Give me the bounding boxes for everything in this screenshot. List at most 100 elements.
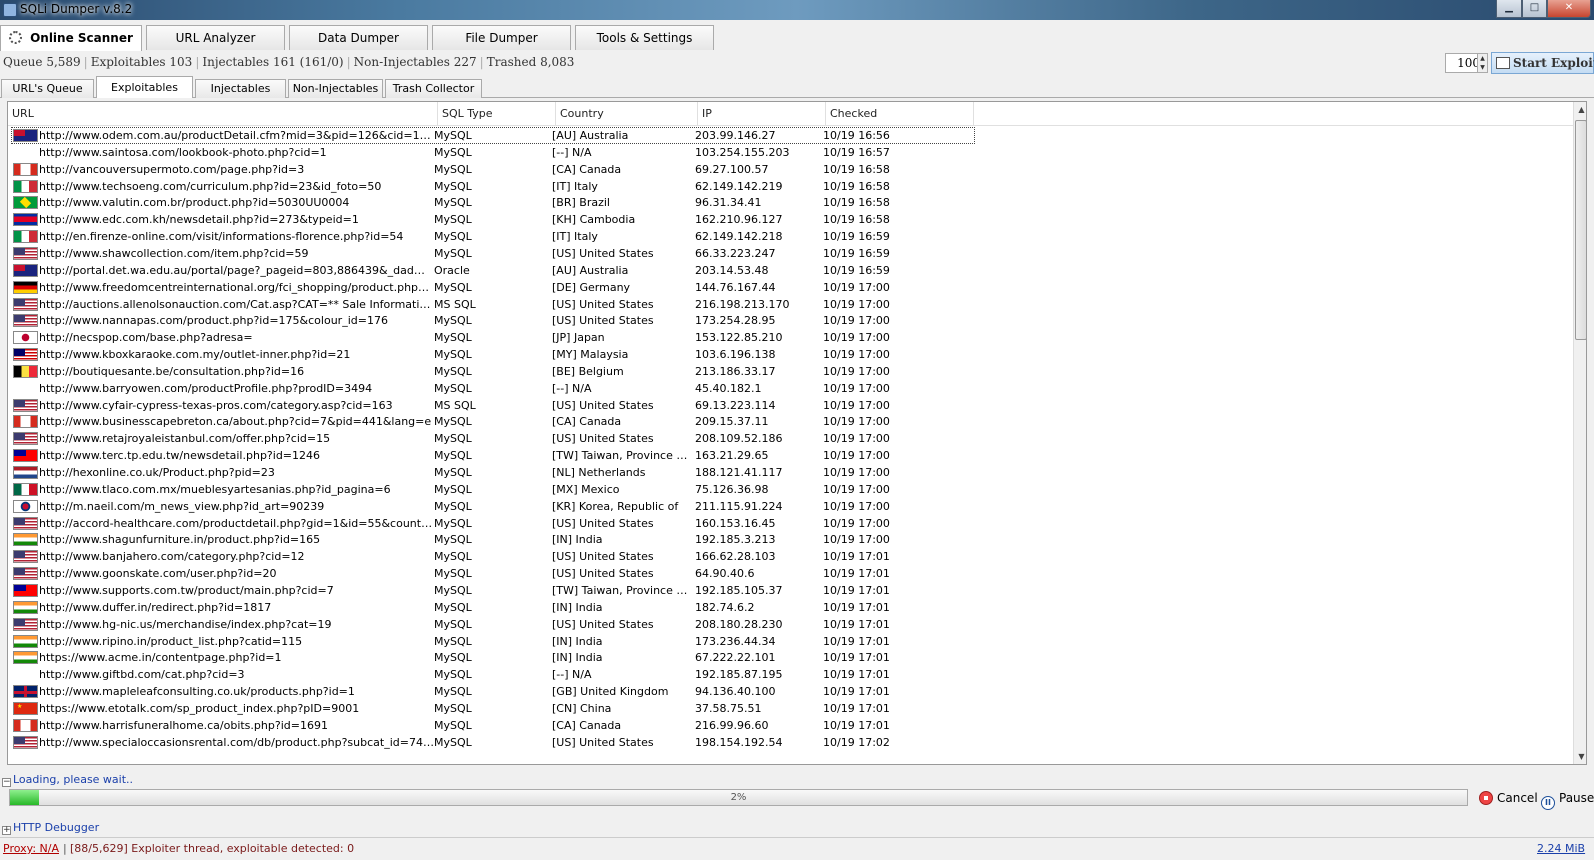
country-cell: [DE] Germany (552, 280, 631, 294)
table-row[interactable]: http://www.saintosa.com/lookbook-photo.p… (8, 144, 1573, 161)
checked-cell: 10/19 17:00 (823, 415, 890, 429)
tab-injectables[interactable]: Injectables (195, 79, 286, 98)
url-cell: http://www.specialoccasionsrental.com/db… (39, 735, 434, 749)
minimize-button[interactable]: ▁ (1496, 0, 1522, 18)
table-row[interactable]: http://www.harrisfuneralhome.ca/obits.ph… (8, 717, 1573, 734)
checked-cell: 10/19 17:00 (823, 331, 890, 345)
exploitables-list[interactable]: URL SQL Type Country IP Checked http://w… (7, 101, 1587, 765)
checked-cell: 10/19 17:00 (823, 482, 890, 496)
loading-text: Loading, please wait.. (13, 773, 134, 786)
table-row[interactable]: https://www.acme.in/contentpage.php?id=1… (8, 649, 1573, 666)
column-url[interactable]: URL (8, 102, 438, 126)
memory-usage[interactable]: 2.24 MiB (1537, 838, 1585, 860)
scroll-up-icon[interactable]: ▲ (1574, 102, 1586, 117)
table-row[interactable]: http://www.kboxkaraoke.com.my/outlet-inn… (8, 346, 1573, 363)
column-country[interactable]: Country (556, 102, 698, 126)
table-row[interactable]: http://vancouversupermoto.com/page.php?i… (8, 161, 1573, 178)
flag-tw-icon (13, 583, 38, 597)
threads-spinner[interactable]: ▲ ▼ (1477, 53, 1488, 73)
tab-exploitables[interactable]: Exploitables (96, 76, 193, 98)
window-title: SQLi Dumper v.8.2 (20, 2, 133, 16)
country-cell: [IN] India (552, 651, 603, 665)
scroll-down-icon[interactable]: ▼ (1574, 749, 1586, 764)
url-cell: http://vancouversupermoto.com/page.php?i… (39, 162, 305, 176)
table-row[interactable]: http://boutiquesante.be/consultation.php… (8, 363, 1573, 380)
table-row[interactable]: http://www.freedomcentreinternational.or… (8, 279, 1573, 296)
maximize-button[interactable]: □ (1522, 0, 1547, 18)
tab-online-scanner[interactable]: Online Scanner (0, 25, 142, 51)
ip-cell: 144.76.167.44 (695, 280, 776, 294)
column-checked[interactable]: Checked (826, 102, 974, 126)
sql-type-cell: MySQL (434, 331, 472, 345)
sql-type-cell: MySQL (434, 516, 472, 530)
table-row[interactable]: http://auctions.allenolsonauction.com/Ca… (8, 296, 1573, 313)
table-row[interactable]: http://www.hg-nic.us/merchandise/index.p… (8, 616, 1573, 633)
tab-urls-queue[interactable]: URL's Queue (1, 79, 94, 98)
tab-file-dumper[interactable]: File Dumper (432, 25, 571, 50)
table-row[interactable]: http://www.duffer.in/redirect.php?id=181… (8, 599, 1573, 616)
sql-type-cell: MySQL (434, 701, 472, 715)
ip-cell: 192.185.87.195 (695, 668, 783, 682)
table-row[interactable]: http://www.mapleleafconsulting.co.uk/pro… (8, 683, 1573, 700)
table-row[interactable]: http://www.ripino.in/product_list.php?ca… (8, 633, 1573, 650)
table-row[interactable]: http://www.shawcollection.com/item.php?c… (8, 245, 1573, 262)
table-row[interactable]: http://necspop.com/base.php?adresa= MySQL… (8, 329, 1573, 346)
table-row[interactable]: http://www.nannapas.com/product.php?id=1… (8, 312, 1573, 329)
tab-tools-settings[interactable]: Tools & Settings (575, 25, 714, 50)
ip-cell: 182.74.6.2 (695, 600, 755, 614)
table-row[interactable]: http://hexonline.co.uk/Product.php?pid=2… (8, 464, 1573, 481)
scroll-thumb[interactable] (1575, 120, 1586, 340)
url-cell: http://www.duffer.in/redirect.php?id=181… (39, 600, 272, 614)
table-row[interactable]: ★ https://www.etotalk.com/sp_product_inde… (8, 700, 1573, 717)
table-row[interactable]: http://accord-healthcare.com/productdeta… (8, 515, 1573, 532)
ip-cell: 62.149.142.219 (695, 179, 783, 193)
table-row[interactable]: http://en.firenze-online.com/visit/infor… (8, 228, 1573, 245)
progress-fill (10, 790, 40, 805)
table-row[interactable]: http://www.barryowen.com/productProfile.… (8, 380, 1573, 397)
http-debugger-panel[interactable]: + HTTP Debugger (0, 821, 600, 835)
start-exploiter-button[interactable]: Start Exploiter (1491, 52, 1594, 74)
table-row[interactable]: http://www.goonskate.com/user.php?id=20 M… (8, 565, 1573, 582)
table-row[interactable]: http://www.businesscapebreton.ca/about.p… (8, 413, 1573, 430)
expand-icon[interactable]: + (2, 826, 11, 835)
table-row[interactable]: http://www.specialoccasionsrental.com/db… (8, 734, 1573, 751)
ip-cell: 208.180.28.230 (695, 617, 783, 631)
ip-cell: 37.58.75.51 (695, 701, 762, 715)
tab-data-dumper[interactable]: Data Dumper (289, 25, 428, 50)
tab-trash-collector[interactable]: Trash Collector (385, 79, 482, 98)
table-row[interactable]: http://www.cyfair-cypress-texas-pros.com… (8, 397, 1573, 414)
flag-br-icon (13, 196, 38, 210)
flag-us-icon (13, 432, 38, 446)
flag-au-icon (13, 129, 38, 142)
vertical-scrollbar[interactable]: ▲ ▼ (1573, 102, 1586, 764)
table-row[interactable]: http://www.supports.com.tw/product/main.… (8, 582, 1573, 599)
flag-ca-icon (13, 415, 38, 429)
table-row[interactable]: http://www.banjahero.com/category.php?ci… (8, 548, 1573, 565)
table-row[interactable]: http://www.shagunfurniture.in/product.ph… (8, 531, 1573, 548)
country-cell: [CA] Canada (552, 162, 622, 176)
table-row[interactable]: http://www.retajroyaleistanbul.com/offer… (8, 430, 1573, 447)
table-row[interactable]: http://www.odem.com.au/productDetail.cfm… (8, 127, 1573, 144)
stop-icon (1479, 791, 1493, 805)
table-row[interactable]: http://www.techsoeng.com/curriculum.php?… (8, 178, 1573, 195)
column-ip[interactable]: IP (698, 102, 826, 126)
tab-non-injectables[interactable]: Non-Injectables (288, 79, 383, 98)
collapse-icon[interactable]: − (2, 778, 11, 787)
cancel-button[interactable]: Cancel (1479, 789, 1538, 807)
table-row[interactable]: http://www.giftbd.com/cat.php?cid=3 MySQL… (8, 666, 1573, 683)
table-row[interactable]: http://m.naeil.com/m_news_view.php?id_ar… (8, 498, 1573, 515)
sql-type-cell: MySQL (434, 364, 472, 378)
proxy-link[interactable]: Proxy: N/A (3, 838, 59, 860)
table-row[interactable]: http://www.edc.com.kh/newsdetail.php?id=… (8, 211, 1573, 228)
close-button[interactable]: ✕ (1547, 0, 1591, 18)
country-cell: [IN] India (552, 533, 603, 547)
table-row[interactable]: http://portal.det.wa.edu.au/portal/page?… (8, 262, 1573, 279)
pause-button[interactable]: II Pause (1541, 789, 1594, 810)
table-row[interactable]: http://www.tlaco.com.mx/mueblesyartesani… (8, 481, 1573, 498)
table-row[interactable]: http://www.terc.tp.edu.tw/newsdetail.php… (8, 447, 1573, 464)
tab-url-analyzer[interactable]: URL Analyzer (146, 25, 285, 50)
flag-us-icon (13, 314, 38, 328)
main-tabs: Online Scanner URL Analyzer Data Dumper … (0, 25, 1594, 51)
table-row[interactable]: http://www.valutin.com.br/product.php?id… (8, 194, 1573, 211)
column-sql-type[interactable]: SQL Type (438, 102, 556, 126)
